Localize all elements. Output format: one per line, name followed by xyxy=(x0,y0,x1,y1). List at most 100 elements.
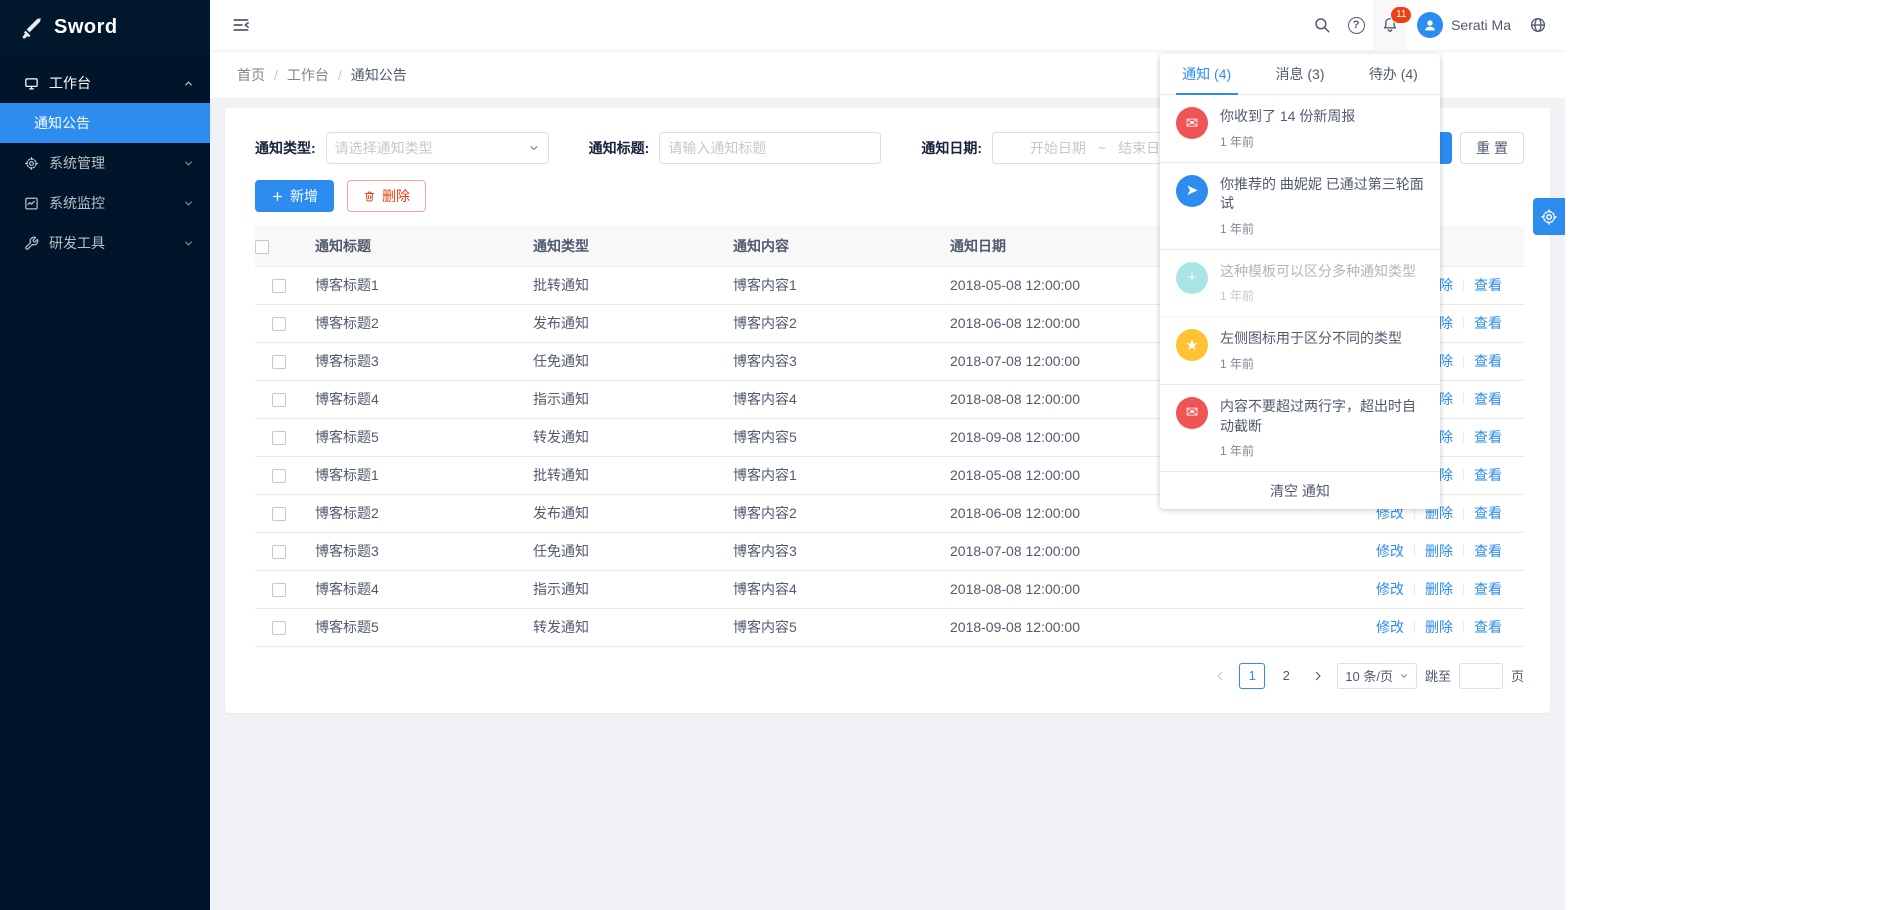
clear-notifications-button[interactable]: 清空 通知 xyxy=(1160,472,1440,509)
delete-link[interactable]: 删除 xyxy=(1425,581,1453,597)
notifications-bell-button[interactable]: 11 xyxy=(1373,0,1407,50)
jump-page-input[interactable] xyxy=(1459,663,1503,689)
user-name: Serati Ma xyxy=(1451,17,1511,33)
cell-type: 任免通知 xyxy=(521,532,721,570)
notification-item-icon: ★ xyxy=(1176,329,1208,361)
page-number-button[interactable]: 1 xyxy=(1239,663,1265,689)
notification-item-body: 内容不要超过两行字，超出时自动截断 1 年前 xyxy=(1220,397,1424,459)
view-link[interactable]: 查看 xyxy=(1474,353,1502,369)
view-link[interactable]: 查看 xyxy=(1474,619,1502,635)
notification-item-title: 你推荐的 曲妮妮 已通过第三轮面试 xyxy=(1220,175,1424,214)
sidebar-item-system-monitor[interactable]: 系统监控 xyxy=(0,183,210,223)
next-page-button[interactable] xyxy=(1307,664,1329,688)
sidebar-item-system-management[interactable]: 系统管理 xyxy=(0,143,210,183)
view-link[interactable]: 查看 xyxy=(1474,505,1502,521)
search-button[interactable] xyxy=(1305,0,1339,50)
op-divider xyxy=(1463,317,1464,329)
table-row: 博客标题3 任免通知 博客内容3 2018-07-08 12:00:00 修改删… xyxy=(255,532,1524,570)
jump-label: 跳至 xyxy=(1425,666,1451,685)
user-menu[interactable]: Serati Ma xyxy=(1407,0,1521,50)
cell-type: 指示通知 xyxy=(521,570,721,608)
breadcrumb-home[interactable]: 首页 xyxy=(237,65,265,85)
row-checkbox[interactable] xyxy=(272,469,286,483)
notification-dropdown: 通知 (4) 消息 (3) 待办 (4) ✉ 你收到了 14 xyxy=(1160,54,1440,509)
view-link[interactable]: 查看 xyxy=(1474,543,1502,559)
reset-button[interactable]: 重 置 xyxy=(1460,132,1524,164)
view-link[interactable]: 查看 xyxy=(1474,581,1502,597)
delete-button-label: 删除 xyxy=(382,186,410,206)
add-button[interactable]: 新增 xyxy=(255,180,334,212)
date-filter-label: 通知日期: xyxy=(921,138,982,158)
select-placeholder: 请选择通知类型 xyxy=(335,138,433,158)
sidebar-item-workbench[interactable]: 工作台 xyxy=(0,63,210,103)
notification-item[interactable]: ➤ 你推荐的 曲妮妮 已通过第三轮面试 1 年前 xyxy=(1160,163,1440,250)
globe-icon xyxy=(1529,16,1547,34)
row-checkbox[interactable] xyxy=(272,507,286,521)
avatar xyxy=(1417,12,1443,38)
cell-title: 博客标题3 xyxy=(303,532,521,570)
notification-item-body: 你推荐的 曲妮妮 已通过第三轮面试 1 年前 xyxy=(1220,175,1424,237)
view-link[interactable]: 查看 xyxy=(1474,391,1502,407)
page-size-value: 10 条/页 xyxy=(1345,666,1393,685)
cell-title: 博客标题1 xyxy=(303,266,521,304)
chevron-down-icon xyxy=(528,142,540,154)
notification-item[interactable]: ✉ 内容不要超过两行字，超出时自动截断 1 年前 xyxy=(1160,385,1440,472)
notice-title-input[interactable] xyxy=(659,132,881,164)
cell-content: 博客内容3 xyxy=(721,532,938,570)
notification-tab[interactable]: 消息 (3) xyxy=(1253,54,1346,94)
view-link[interactable]: 查看 xyxy=(1474,315,1502,331)
notification-item[interactable]: ✉ 你收到了 14 份新周报 1 年前 xyxy=(1160,95,1440,163)
view-link[interactable]: 查看 xyxy=(1474,277,1502,293)
notification-item-icon: ✉ xyxy=(1176,107,1208,139)
language-button[interactable] xyxy=(1521,0,1555,50)
notification-item[interactable]: + 这种模板可以区分多种通知类型 1 年前 xyxy=(1160,250,1440,318)
op-divider xyxy=(1463,621,1464,633)
cell-type: 指示通知 xyxy=(521,380,721,418)
edit-link[interactable]: 修改 xyxy=(1376,581,1404,597)
row-checkbox[interactable] xyxy=(272,583,286,597)
cell-type: 发布通知 xyxy=(521,494,721,532)
page-size-select[interactable]: 10 条/页 xyxy=(1337,663,1417,689)
sidebar-item-dev-tools[interactable]: 研发工具 xyxy=(0,223,210,263)
sidebar-item-notice[interactable]: 通知公告 xyxy=(0,103,210,143)
breadcrumb-separator: / xyxy=(274,67,278,83)
delete-link[interactable]: 删除 xyxy=(1425,543,1453,559)
help-button[interactable] xyxy=(1339,0,1373,50)
prev-page-button[interactable] xyxy=(1209,664,1231,688)
op-divider xyxy=(1463,583,1464,595)
row-checkbox[interactable] xyxy=(272,279,286,293)
op-divider xyxy=(1463,545,1464,557)
notification-icon-glyph: ★ xyxy=(1185,338,1198,353)
breadcrumb-workbench[interactable]: 工作台 xyxy=(287,65,329,85)
row-checkbox[interactable] xyxy=(272,393,286,407)
cell-date: 2018-08-08 12:00:00 xyxy=(938,570,1360,608)
row-checkbox[interactable] xyxy=(272,621,286,635)
notification-item[interactable]: ★ 左侧图标用于区分不同的类型 1 年前 xyxy=(1160,317,1440,385)
notification-item-time: 1 年前 xyxy=(1220,220,1424,237)
select-all-checkbox[interactable] xyxy=(255,240,269,254)
logo[interactable]: Sword xyxy=(0,0,210,55)
row-checkbox[interactable] xyxy=(272,431,286,445)
notification-tab-label: 通知 (4) xyxy=(1182,64,1231,84)
row-checkbox[interactable] xyxy=(272,545,286,559)
notification-tab[interactable]: 待办 (4) xyxy=(1347,54,1440,94)
cell-content: 博客内容2 xyxy=(721,304,938,342)
notification-item-body: 左侧图标用于区分不同的类型 1 年前 xyxy=(1220,329,1424,372)
page-numbers: 1 2 xyxy=(1239,663,1299,689)
topbar: 11 Serati Ma xyxy=(210,0,1565,50)
table-row: 博客标题4 指示通知 博客内容4 2018-08-08 12:00:00 修改删… xyxy=(255,570,1524,608)
view-link[interactable]: 查看 xyxy=(1474,429,1502,445)
row-checkbox[interactable] xyxy=(272,317,286,331)
row-checkbox[interactable] xyxy=(272,355,286,369)
delete-link[interactable]: 删除 xyxy=(1425,619,1453,635)
edit-link[interactable]: 修改 xyxy=(1376,543,1404,559)
menu-collapse-button[interactable] xyxy=(224,8,258,42)
trash-icon xyxy=(363,190,376,203)
page-number-button[interactable]: 2 xyxy=(1273,663,1299,689)
notification-tab[interactable]: 通知 (4) xyxy=(1160,54,1253,94)
delete-button[interactable]: 删除 xyxy=(347,180,426,212)
edit-link[interactable]: 修改 xyxy=(1376,619,1404,635)
theme-settings-button[interactable] xyxy=(1533,198,1565,235)
notice-type-select[interactable]: 请选择通知类型 xyxy=(326,132,549,164)
view-link[interactable]: 查看 xyxy=(1474,467,1502,483)
